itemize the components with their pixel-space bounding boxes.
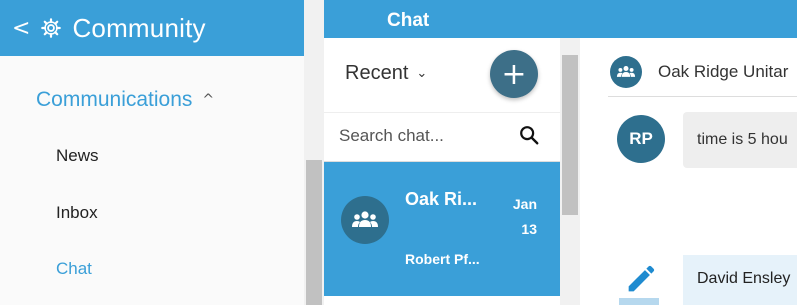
back-chevron-icon[interactable]: <: [12, 16, 30, 41]
sidebar-item-chat[interactable]: Chat: [56, 259, 92, 279]
conversation-group-avatar: [610, 56, 642, 88]
page-title: Chat: [387, 10, 430, 31]
search-input[interactable]: [339, 126, 509, 146]
conversation-date-month: Jan: [512, 196, 537, 212]
message-text: time is 5 hou: [697, 131, 788, 148]
sidebar-header: < Community: [0, 0, 304, 56]
conversation-date: Jan 13: [509, 192, 537, 242]
compose-indicator: [619, 298, 659, 305]
recent-label: Recent: [345, 62, 409, 84]
gear-icon: [41, 18, 62, 38]
app-title: Community: [72, 12, 206, 43]
conversation-date-day: 13: [521, 221, 537, 237]
section-label: Communications: [36, 88, 193, 111]
group-avatar: [341, 196, 389, 244]
section-communications[interactable]: Communications ^: [36, 88, 214, 112]
list-item[interactable]: Oak Ri... Jan 13 Robert Pf...: [324, 162, 560, 296]
conversation-preview: Robert Pf...: [405, 251, 480, 267]
conversation-title: Oak Ridge Unitar: [658, 62, 789, 81]
new-chat-button[interactable]: +: [490, 50, 538, 98]
pencil-icon[interactable]: [623, 263, 657, 297]
sidebar-scrollbar-thumb[interactable]: [306, 160, 322, 305]
group-icon: [616, 65, 636, 77]
divider: [608, 96, 797, 97]
group-icon: [352, 211, 378, 227]
chevron-up-icon: ^: [202, 92, 215, 108]
chat-list-scrollbar-thumb[interactable]: [562, 55, 578, 215]
avatar: RP: [617, 115, 665, 163]
chevron-down-icon: ⌄: [416, 66, 428, 81]
sidebar-item-inbox[interactable]: Inbox: [56, 203, 98, 223]
message-text: David Ensley: [697, 270, 791, 287]
recent-filter-dropdown[interactable]: Recent ⌄: [345, 62, 427, 85]
conversation-name: Oak Ri...: [405, 189, 478, 209]
sidebar-item-news[interactable]: News: [56, 146, 99, 166]
search-icon[interactable]: [518, 124, 540, 146]
